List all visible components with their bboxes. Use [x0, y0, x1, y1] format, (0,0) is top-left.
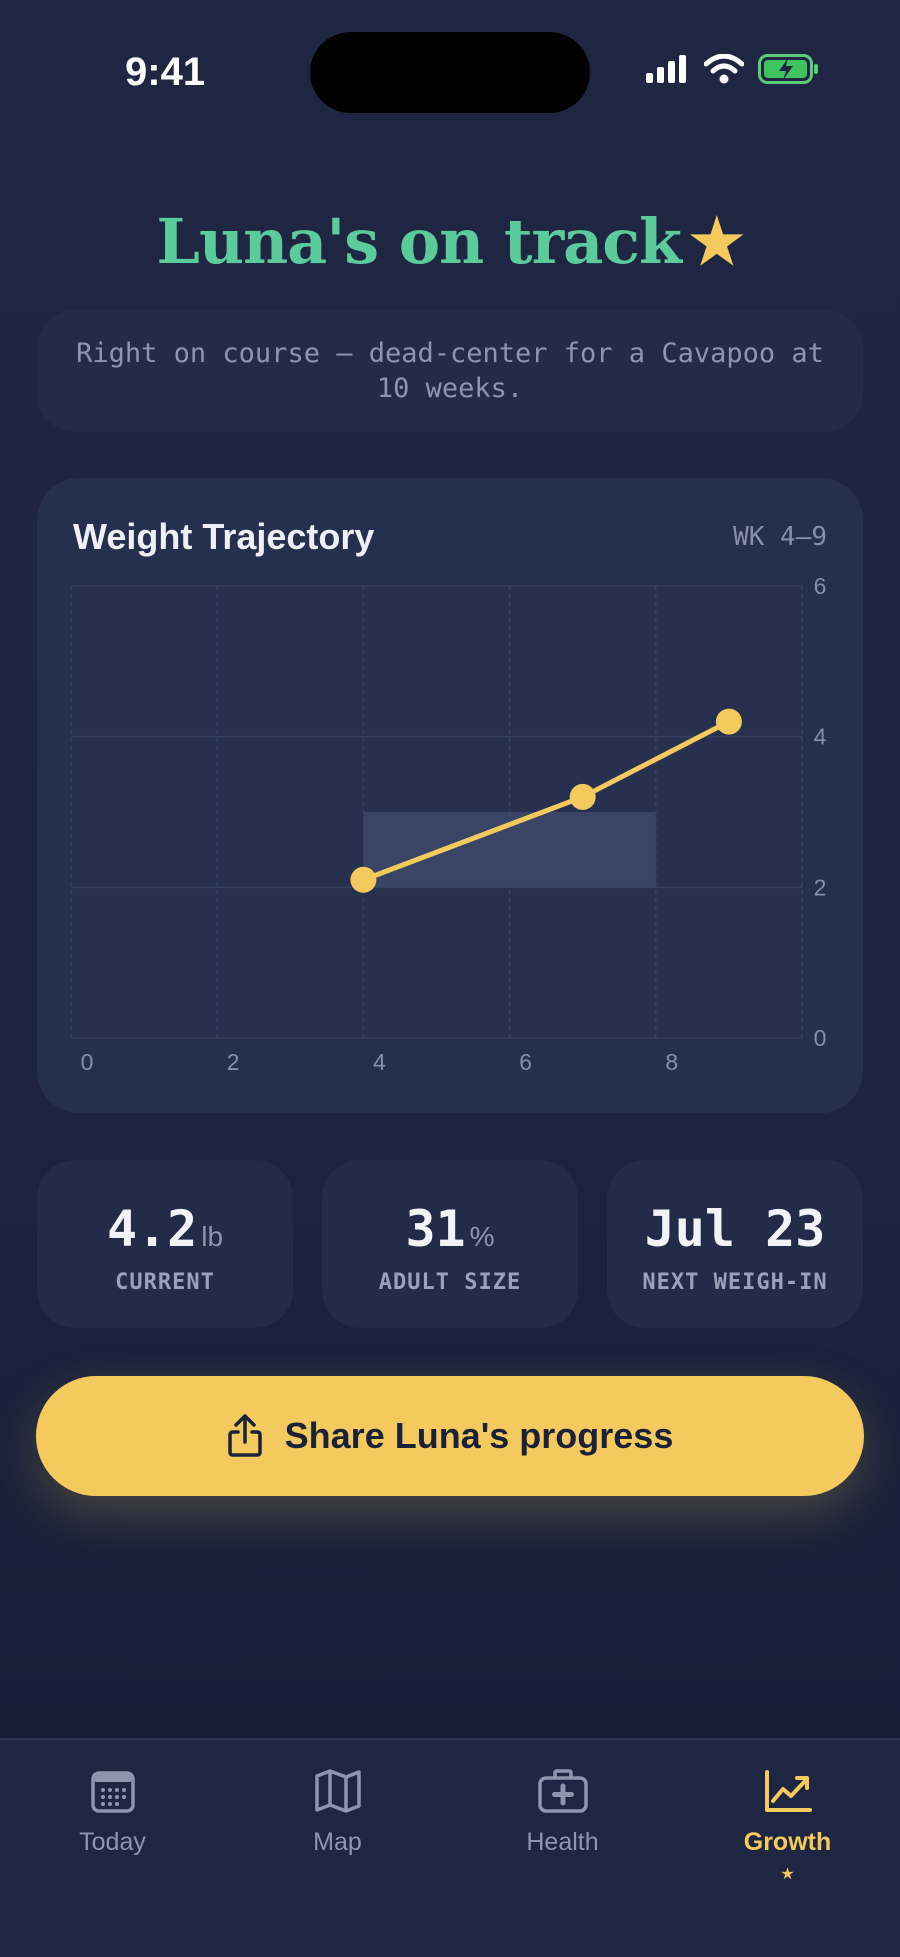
- stat-unit: %: [469, 1221, 495, 1252]
- status-time: 9:41: [125, 50, 206, 94]
- dynamic-island: [310, 32, 590, 113]
- battery-icon: [758, 54, 818, 84]
- growth-chart-icon: [764, 1770, 812, 1812]
- stat-value: 31: [405, 1200, 466, 1258]
- star-icon: ★: [689, 205, 745, 278]
- headline-text: Luna's on track: [156, 205, 682, 278]
- weight-chart: 0 2 4 6 8 0 2 4 6: [70, 573, 827, 1075]
- y-tick-label: 4: [814, 724, 827, 750]
- tab-label: Map: [313, 1828, 362, 1856]
- weight-chart-card: Weight Trajectory WK 4–9 024680246: [37, 478, 863, 1113]
- stat-value-wrap: 4.2 lb: [37, 1200, 293, 1258]
- status-icons: [646, 54, 820, 84]
- stat-label: ADULT SIZE: [378, 1270, 522, 1295]
- data-point: [350, 866, 377, 893]
- share-button-label: Share Luna's progress: [284, 1415, 674, 1456]
- stat-adult-size: 31% ADULT SIZE: [322, 1160, 578, 1328]
- stat-label: CURRENT: [115, 1270, 215, 1295]
- stat-value: 4.2: [106, 1200, 198, 1258]
- tab-today[interactable]: Today: [0, 1740, 225, 1900]
- tab-label: Growth: [743, 1828, 832, 1856]
- data-point: [569, 783, 596, 810]
- tab-label: Today: [79, 1828, 146, 1856]
- share-progress-button[interactable]: Share Luna's progress: [36, 1376, 864, 1496]
- signal-icon: [646, 55, 686, 83]
- tab-map[interactable]: Map: [225, 1740, 450, 1900]
- status-bar: 9:41: [0, 0, 900, 120]
- share-icon: [227, 1414, 262, 1457]
- stat-current: 4.2 lb CURRENT: [37, 1160, 293, 1328]
- data-point: [715, 708, 742, 735]
- wifi-icon: [704, 54, 744, 84]
- stat-unit: lb: [201, 1221, 224, 1252]
- y-tick-label: 6: [814, 573, 827, 599]
- tab-growth[interactable]: Growth ★: [675, 1740, 900, 1900]
- status-message: Right on course — dead-center for a Cava…: [37, 310, 863, 432]
- tab-label: Health: [526, 1828, 599, 1856]
- tab-bar: Today Map Health Growth ★: [0, 1738, 900, 1957]
- y-tick-label: 2: [814, 874, 827, 900]
- stat-next-weigh-in: Jul 23 NEXT WEIGH-IN: [607, 1160, 863, 1328]
- x-tick-label: 0: [81, 1049, 94, 1075]
- page-title: Luna's on track ★: [0, 205, 900, 278]
- stat-value-wrap: 31%: [322, 1200, 578, 1258]
- stat-value: Jul 23: [644, 1200, 826, 1258]
- map-icon: [314, 1769, 361, 1813]
- y-tick-label: 0: [814, 1025, 827, 1051]
- x-tick-label: 6: [519, 1049, 532, 1075]
- x-tick-label: 4: [373, 1049, 386, 1075]
- tab-health[interactable]: Health: [450, 1740, 675, 1900]
- stat-label: NEXT WEIGH-IN: [642, 1270, 828, 1295]
- stat-value-wrap: Jul 23: [607, 1200, 863, 1258]
- medical-kit-icon: [537, 1769, 588, 1813]
- x-tick-label: 8: [665, 1049, 678, 1075]
- x-tick-label: 2: [227, 1049, 240, 1075]
- calendar-icon: [90, 1771, 135, 1813]
- active-star-icon: ★: [780, 1866, 795, 1883]
